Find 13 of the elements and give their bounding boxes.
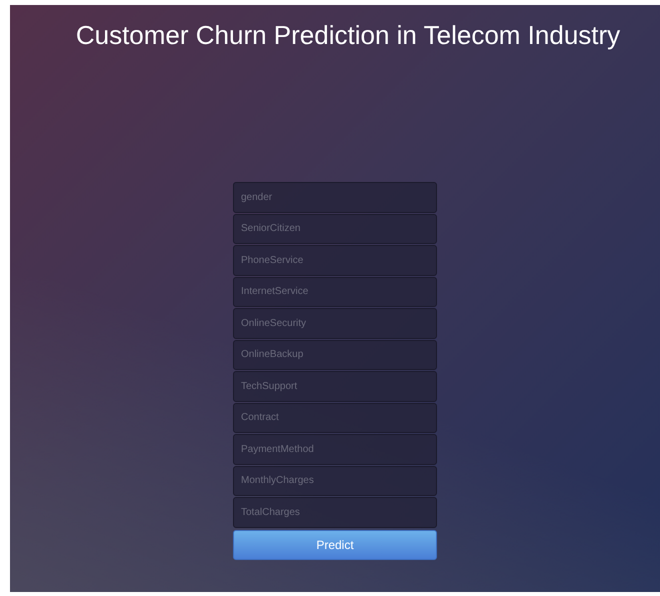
input-field[interactable]: gender bbox=[233, 182, 437, 212]
page-title: Customer Churn Prediction in Telecom Industry bbox=[76, 19, 620, 52]
input-field[interactable]: Contract bbox=[233, 402, 437, 433]
input-field[interactable]: OnlineSecurity bbox=[233, 308, 437, 338]
input-field[interactable]: TotalCharges bbox=[233, 497, 437, 528]
predict-button[interactable]: Predict bbox=[233, 530, 437, 560]
input-field[interactable]: PaymentMethod bbox=[233, 434, 437, 464]
input-field[interactable]: PhoneService bbox=[233, 245, 437, 276]
input-field[interactable]: SeniorCitizen bbox=[233, 214, 437, 244]
input-field[interactable]: InternetService bbox=[233, 276, 437, 307]
input-field[interactable]: TechSupport bbox=[233, 371, 437, 402]
input-field[interactable]: MonthlyCharges bbox=[233, 466, 437, 496]
input-field[interactable]: OnlineBackup bbox=[233, 340, 437, 370]
